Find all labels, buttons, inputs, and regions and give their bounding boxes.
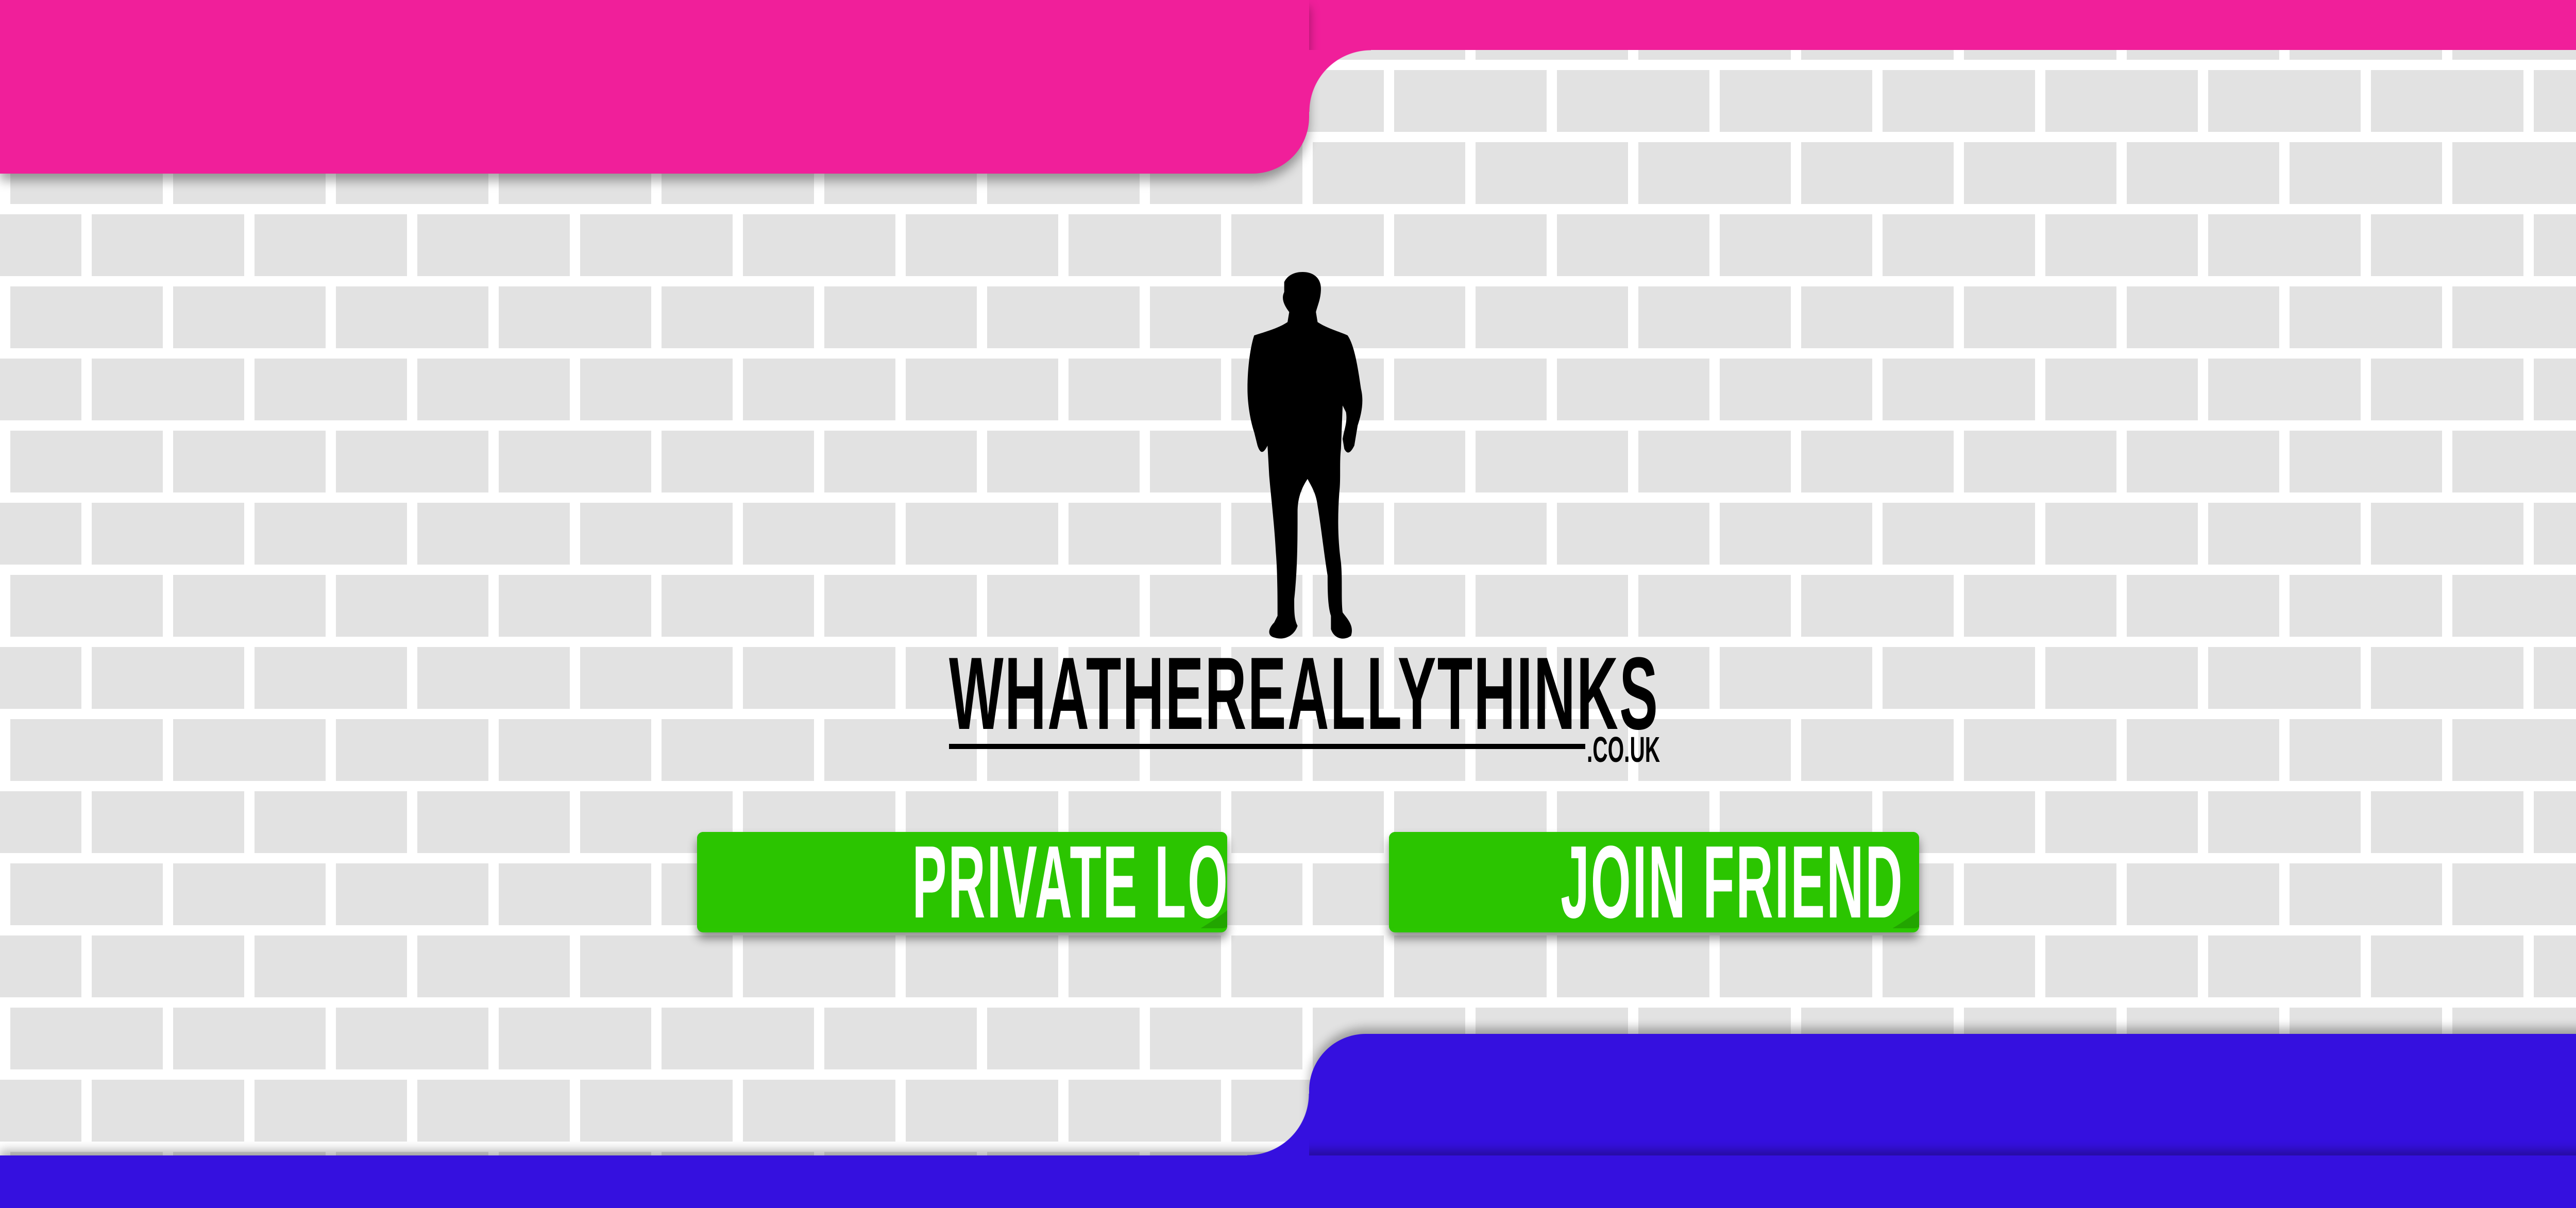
brand-logo-tld: .CO.UK: [1587, 729, 1660, 770]
top-banner-curve: [1309, 50, 1371, 112]
private-lobby-label: PRIVATE LOBBY: [912, 832, 1227, 932]
logo-underline: [949, 744, 1585, 749]
join-friend-button[interactable]: JOIN FRIEND: [1389, 832, 1919, 932]
man-silhouette-logo-icon: [1247, 272, 1363, 639]
brand-logo-text: WHATHEREALLYTHINKS: [949, 636, 1659, 751]
private-lobby-button[interactable]: PRIVATE LOBBY: [697, 832, 1227, 932]
top-banner-tab: [0, 0, 1309, 174]
bottom-banner: [0, 1155, 2576, 1208]
join-friend-label: JOIN FRIEND: [1561, 832, 1904, 932]
bottom-banner-curve: [1247, 1094, 1309, 1155]
